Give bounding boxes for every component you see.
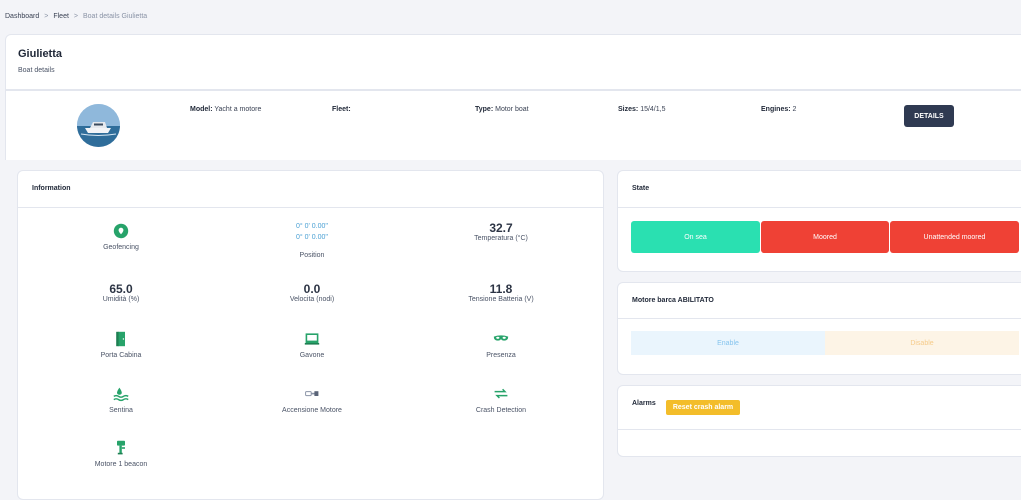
position-tile: 0° 0' 0.00'' 0° 0' 0.00'' Position <box>242 221 382 259</box>
speed-tile: 0.0 Velocita (nodi) <box>242 282 382 303</box>
presenza-label: Presenza <box>486 352 516 359</box>
information-card: Information Geofencing 0° 0' 0.00'' 0° 0… <box>17 170 604 500</box>
crash-detection-label: Crash Detection <box>475 407 527 414</box>
crash-detection-tile: Crash Detection <box>431 386 571 414</box>
moored-button[interactable]: Moored <box>761 221 889 253</box>
accensione-motore-label: Accensione Motore <box>282 407 342 414</box>
motore-beacon-tile: Motore 1 beacon <box>51 440 191 468</box>
speed-value: 0.0 <box>303 282 321 296</box>
geofencing-tile: Geofencing <box>51 223 191 251</box>
gavone-label: Gavone <box>299 352 325 359</box>
spec-engines: Engines: 2 <box>761 106 797 113</box>
disable-button[interactable]: Disable <box>825 331 1019 355</box>
page-header: Giulietta Boat details <box>5 34 1021 90</box>
engine-title: Motore barca ABILITATO <box>632 297 714 304</box>
presenza-tile: Presenza <box>431 331 571 359</box>
spec-model: Model: Yacht a motore <box>190 106 262 113</box>
humidity-value: 65.0 <box>109 282 133 296</box>
engine-card: Motore barca ABILITATO Enable Disable <box>617 282 1021 375</box>
alarms-title: Alarms <box>632 400 656 407</box>
storage-box-icon <box>304 333 320 345</box>
gavone-tile: Gavone <box>242 331 382 359</box>
outboard-motor-icon <box>117 440 125 455</box>
bilge-water-icon <box>113 387 129 402</box>
boat-summary: Model: Yacht a motore Fleet: Type: Motor… <box>5 90 1021 160</box>
crash-detection-icon <box>494 388 508 399</box>
breadcrumb: Dashboard > Fleet > Boat details Giuliet… <box>5 13 147 20</box>
position-label: Position <box>299 252 325 259</box>
geofencing-icon <box>113 223 129 239</box>
position-longitude: 0° 0' 0.00'' <box>295 234 329 241</box>
position-latitude: 0° 0' 0.00'' <box>295 223 329 230</box>
geofencing-label: Geofencing <box>103 244 139 251</box>
state-title: State <box>632 185 650 192</box>
page-subtitle: Boat details <box>18 67 55 74</box>
porta-cabina-tile: Porta Cabina <box>51 331 191 359</box>
spec-type: Type: Motor boat <box>475 106 529 113</box>
details-button[interactable]: DETAILS <box>904 105 954 127</box>
sentina-tile: Sentina <box>51 386 191 414</box>
unattended-moored-button[interactable]: Unattended moored <box>890 221 1019 253</box>
spec-sizes: Sizes: 15/4/1,5 <box>618 106 666 113</box>
spec-fleet: Fleet: <box>332 106 351 113</box>
state-card: State On sea Moored Unattended moored <box>617 170 1021 272</box>
porta-cabina-label: Porta Cabina <box>100 352 142 359</box>
breadcrumb-separator: > <box>44 13 49 20</box>
humidity-tile: 65.0 Umidità (%) <box>51 282 191 303</box>
boat-avatar <box>77 104 120 147</box>
enable-button[interactable]: Enable <box>631 331 825 355</box>
speed-label: Velocita (nodi) <box>289 296 335 303</box>
mask-icon <box>493 335 509 341</box>
alarms-card: Alarms Reset crash alarm <box>617 385 1021 457</box>
temperature-tile: 32.7 Temperatura (°C) <box>431 221 571 242</box>
sentina-label: Sentina <box>109 407 133 414</box>
breadcrumb-fleet[interactable]: Fleet <box>53 13 69 20</box>
battery-label: Tensione Batteria (V) <box>468 296 534 303</box>
breadcrumb-separator: > <box>73 13 78 20</box>
breadcrumb-dashboard[interactable]: Dashboard <box>5 13 39 20</box>
on-sea-button[interactable]: On sea <box>631 221 760 253</box>
breadcrumb-current: Boat details Giulietta <box>83 13 148 20</box>
accensione-motore-tile: Accensione Motore <box>242 386 382 414</box>
humidity-label: Umidità (%) <box>102 296 140 303</box>
ignition-key-icon <box>305 391 319 397</box>
battery-tile: 11.8 Tensione Batteria (V) <box>431 282 571 303</box>
door-icon <box>116 331 125 347</box>
temperature-label: Temperatura (°C) <box>474 235 528 242</box>
motore-beacon-label: Motore 1 beacon <box>94 461 148 468</box>
temperature-value: 32.7 <box>489 221 513 235</box>
battery-value: 11.8 <box>489 282 513 296</box>
reset-crash-alarm-button[interactable]: Reset crash alarm <box>666 400 740 415</box>
page-title: Giulietta <box>18 48 63 60</box>
information-title: Information <box>32 185 71 192</box>
